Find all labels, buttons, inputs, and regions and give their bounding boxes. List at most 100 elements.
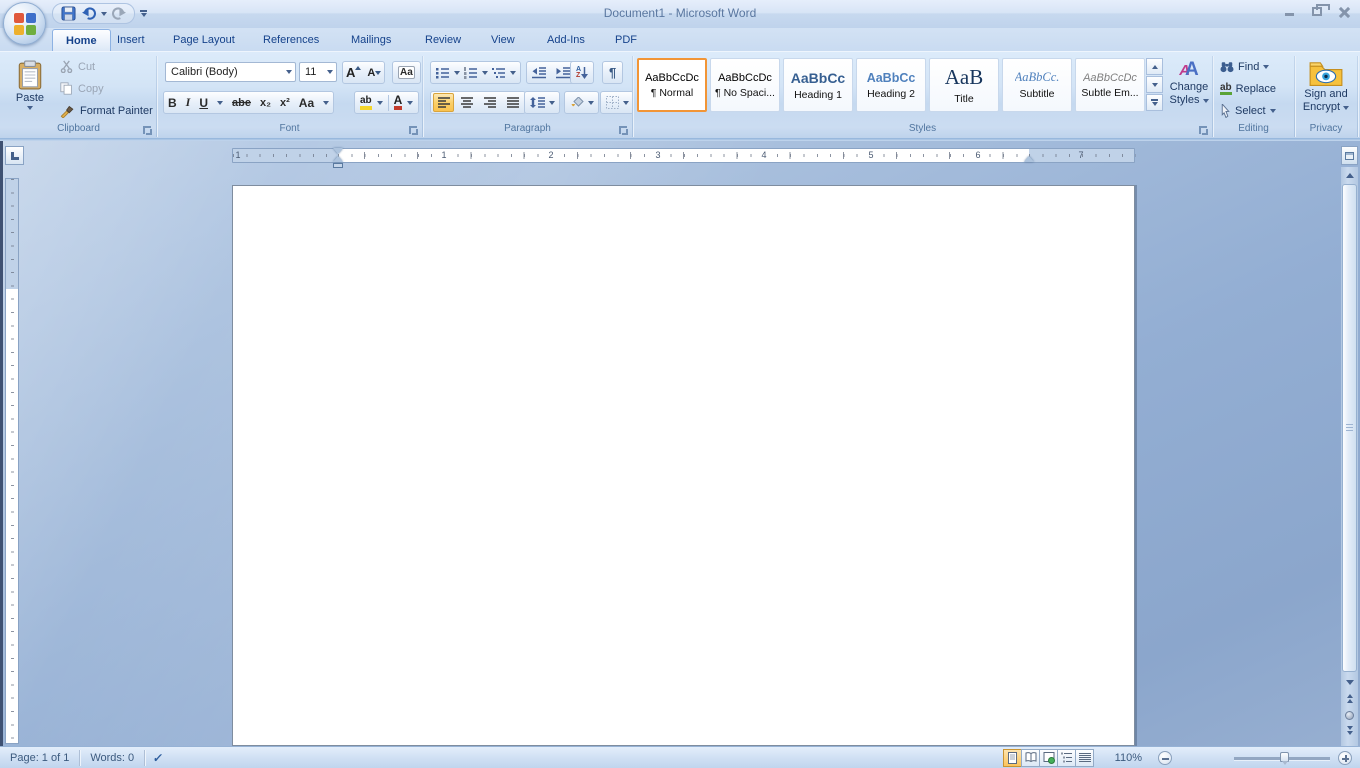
font-color-caret[interactable] [407, 101, 413, 105]
tab-add-ins[interactable]: Add-Ins [534, 29, 598, 51]
tab-references[interactable]: References [250, 29, 332, 51]
multilevel-list-button[interactable] [491, 66, 507, 80]
cut-button[interactable]: Cut [60, 58, 95, 75]
web-layout-view-button[interactable] [1039, 749, 1058, 767]
multilevel-list-caret[interactable] [510, 71, 516, 75]
sign-and-encrypt-button[interactable]: Sign and Encrypt [1300, 56, 1352, 132]
underline-caret[interactable] [217, 101, 223, 105]
scroll-down-button[interactable] [1342, 675, 1357, 689]
vertical-scrollbar[interactable] [1341, 167, 1358, 746]
show-hide-pilcrow-button[interactable]: ¶ [609, 65, 616, 80]
redo-button[interactable] [109, 5, 128, 22]
select-browse-object-button[interactable] [1342, 708, 1357, 722]
zoom-out-button[interactable] [1158, 751, 1172, 765]
sort-button[interactable]: AZ [575, 66, 589, 80]
grow-font-button[interactable]: A [346, 65, 361, 80]
tab-view[interactable]: View [478, 29, 528, 51]
right-indent-marker[interactable] [1024, 156, 1034, 162]
numbering-caret[interactable] [482, 71, 488, 75]
italic-button[interactable]: I [186, 95, 191, 110]
scroll-up-button[interactable] [1342, 168, 1357, 182]
shrink-font-button[interactable]: A [367, 67, 381, 79]
horizontal-ruler[interactable]: 1 1 2 3 4 5 6 7 [232, 148, 1135, 163]
previous-page-button[interactable] [1342, 691, 1357, 705]
scrollbar-thumb[interactable] [1342, 184, 1357, 672]
clipboard-dialog-launcher[interactable] [143, 126, 152, 135]
hanging-indent-marker[interactable] [333, 156, 343, 162]
shading-caret[interactable] [588, 101, 594, 105]
style-normal[interactable]: AaBbCcDc ¶ Normal [637, 58, 707, 112]
styles-dialog-launcher[interactable] [1199, 126, 1208, 135]
style-subtle-emphasis[interactable]: AaBbCcDc Subtle Em... [1075, 58, 1145, 112]
styles-gallery-up-button[interactable] [1146, 58, 1163, 75]
left-indent-marker[interactable] [333, 163, 343, 168]
find-button[interactable]: Find [1220, 58, 1269, 75]
full-screen-reading-view-button[interactable] [1021, 749, 1040, 767]
zoom-level[interactable]: 110% [1115, 752, 1142, 764]
tab-mailings[interactable]: Mailings [338, 29, 404, 51]
justify-button[interactable] [502, 93, 523, 112]
zoom-slider-track[interactable] [1234, 757, 1330, 760]
bullets-button[interactable] [435, 66, 451, 80]
first-line-indent-marker[interactable] [333, 148, 343, 154]
borders-button[interactable] [605, 95, 620, 110]
paste-button[interactable]: Paste [8, 56, 52, 122]
line-spacing-button[interactable] [529, 96, 546, 110]
style-title[interactable]: AaB Title [929, 58, 999, 112]
undo-button[interactable] [80, 5, 99, 22]
save-button[interactable] [59, 5, 78, 22]
close-button[interactable] [1333, 4, 1354, 19]
next-page-button[interactable] [1342, 723, 1357, 737]
style-heading-2[interactable]: AaBbCc Heading 2 [856, 58, 926, 112]
zoom-in-button[interactable] [1338, 751, 1352, 765]
strikethrough-button[interactable]: abe [232, 97, 251, 109]
font-dialog-launcher[interactable] [409, 126, 418, 135]
minimize-button[interactable] [1279, 4, 1300, 19]
clear-formatting-button[interactable]: Aa [398, 66, 415, 79]
styles-gallery-more-button[interactable] [1146, 94, 1163, 111]
font-family-select[interactable]: Calibri (Body) [165, 62, 296, 82]
shading-button[interactable] [569, 96, 585, 110]
numbering-button[interactable] [463, 66, 479, 80]
highlight-caret[interactable] [377, 101, 383, 105]
align-right-button[interactable] [479, 93, 500, 112]
line-spacing-caret[interactable] [549, 101, 555, 105]
underline-button[interactable]: U [199, 96, 208, 110]
style-heading-1[interactable]: AaBbCc Heading 1 [783, 58, 853, 112]
document-page[interactable] [232, 185, 1135, 746]
tab-page-layout[interactable]: Page Layout [160, 29, 248, 51]
proofing-status-icon[interactable]: ✓ [152, 751, 164, 765]
word-count[interactable]: Words: 0 [88, 752, 136, 764]
text-highlight-button[interactable]: ab [360, 96, 372, 110]
tab-insert[interactable]: Insert [104, 29, 158, 51]
borders-caret[interactable] [623, 101, 629, 105]
vertical-ruler[interactable] [5, 178, 19, 744]
toggle-ruler-button[interactable] [1341, 146, 1358, 165]
style-subtitle[interactable]: AaBbCc. Subtitle [1002, 58, 1072, 112]
restore-button[interactable] [1306, 4, 1327, 19]
undo-dropdown-caret[interactable] [101, 12, 107, 16]
page-indicator[interactable]: Page: 1 of 1 [8, 752, 71, 764]
tab-home[interactable]: Home [52, 29, 111, 51]
tab-review[interactable]: Review [412, 29, 474, 51]
copy-button[interactable]: Copy [60, 80, 104, 97]
bold-button[interactable]: B [168, 96, 177, 110]
superscript-button[interactable]: x² [280, 97, 290, 109]
style-no-spacing[interactable]: AaBbCcDc ¶ No Spaci... [710, 58, 780, 112]
tab-pdf[interactable]: PDF [602, 29, 650, 51]
bullets-caret[interactable] [454, 71, 460, 75]
align-left-button[interactable] [433, 93, 454, 112]
subscript-button[interactable]: x₂ [260, 97, 271, 109]
customize-qat-button[interactable] [136, 5, 151, 22]
zoom-slider-thumb[interactable] [1280, 752, 1289, 762]
replace-button[interactable]: ab Replace [1220, 80, 1276, 97]
office-button[interactable] [3, 2, 46, 45]
change-styles-button[interactable]: AA Change Styles [1168, 56, 1210, 132]
outline-view-button[interactable] [1057, 749, 1076, 767]
format-painter-button[interactable]: Format Painter [60, 102, 153, 119]
print-layout-view-button[interactable] [1003, 749, 1022, 767]
tab-stop-selector[interactable] [5, 146, 24, 165]
decrease-indent-button[interactable] [531, 66, 548, 80]
draft-view-button[interactable] [1075, 749, 1094, 767]
paragraph-dialog-launcher[interactable] [619, 126, 628, 135]
